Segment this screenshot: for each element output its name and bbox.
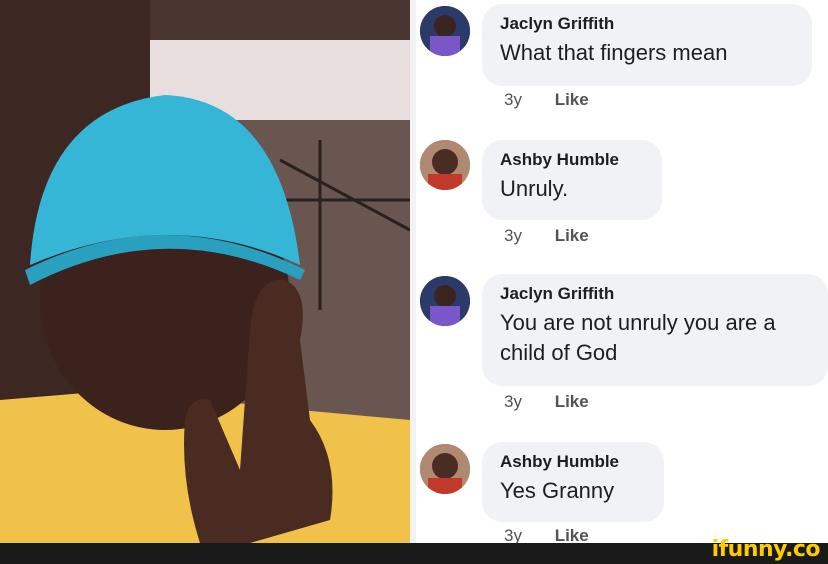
comment-meta: 3y Like — [504, 392, 589, 412]
comment-bubble: Jaclyn Griffith What that fingers mean — [482, 4, 812, 86]
like-button[interactable]: Like — [555, 90, 589, 109]
comment-thread: Jaclyn Griffith What that fingers mean 3… — [416, 0, 828, 543]
profile-picture-icon — [420, 6, 470, 56]
profile-picture-icon — [420, 444, 470, 494]
ifunny-watermark: ifunny.co — [711, 537, 821, 562]
comment-age: 3y — [504, 392, 522, 411]
comment-bubble: Ashby Humble Yes Granny — [482, 442, 664, 522]
comment-bubble: Jaclyn Griffith You are not unruly you a… — [482, 274, 828, 386]
comment-meta: 3y Like — [504, 526, 589, 543]
like-button[interactable]: Like — [555, 526, 589, 543]
comment-author[interactable]: Jaclyn Griffith — [500, 284, 810, 304]
comment-text: Unruly. — [500, 176, 569, 201]
comment-meta: 3y Like — [504, 226, 589, 246]
comment-author[interactable]: Jaclyn Griffith — [500, 14, 794, 34]
comment-text: What that fingers mean — [500, 40, 728, 65]
comment-age: 3y — [504, 226, 522, 245]
avatar[interactable] — [420, 276, 470, 326]
comment-bubble: Ashby Humble Unruly. — [482, 140, 662, 220]
like-button[interactable]: Like — [555, 226, 589, 245]
comment-author[interactable]: Ashby Humble — [500, 452, 646, 472]
comment-age: 3y — [504, 526, 522, 543]
avatar[interactable] — [420, 6, 470, 56]
profile-picture-icon — [420, 140, 470, 190]
comment-text: Yes Granny — [500, 478, 615, 503]
comment-age: 3y — [504, 90, 522, 109]
avatar[interactable] — [420, 140, 470, 190]
selfie-illustration — [0, 0, 410, 543]
like-button[interactable]: Like — [555, 392, 589, 411]
comment-author[interactable]: Ashby Humble — [500, 150, 644, 170]
comment-text: You are not unruly you are a child of Go… — [500, 310, 776, 365]
avatar[interactable] — [420, 444, 470, 494]
watermark-bar — [0, 543, 828, 564]
comment-meta: 3y Like — [504, 90, 589, 110]
selfie-photo — [0, 0, 410, 543]
profile-picture-icon — [420, 276, 470, 326]
